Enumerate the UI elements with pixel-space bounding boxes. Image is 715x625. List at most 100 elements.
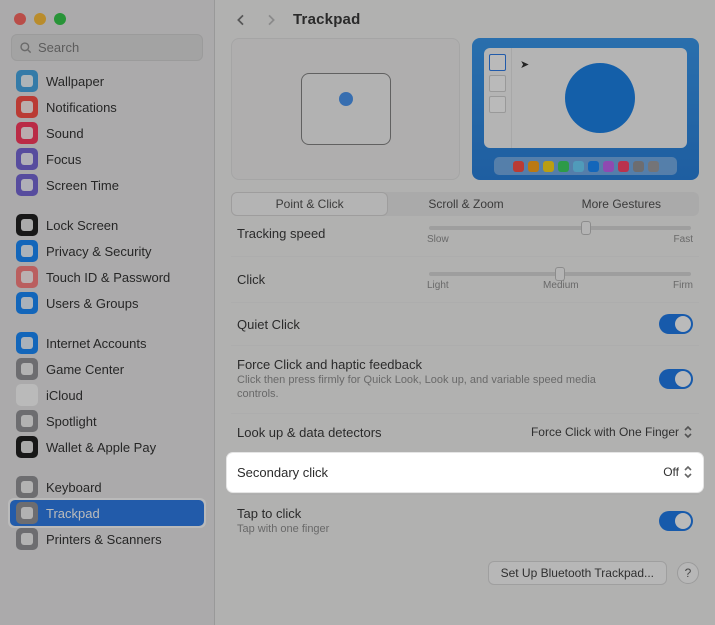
- cursor-icon: ➤: [520, 58, 529, 71]
- dock-app-icon: [513, 161, 524, 172]
- label-secondary-click: Secondary click: [237, 465, 465, 480]
- row-secondary-click: Secondary click Off: [227, 453, 703, 492]
- settings-list: Tracking speed Slow Fast Click: [231, 216, 699, 547]
- sidebar-item-label: Printers & Scanners: [46, 532, 162, 547]
- help-button[interactable]: ?: [677, 562, 699, 584]
- label-quiet-click: Quiet Click: [237, 317, 417, 332]
- sidebar-item-privacy-security[interactable]: Privacy & Security: [10, 238, 204, 264]
- sidebar-item-label: Game Center: [46, 362, 124, 377]
- slider-tracking-speed[interactable]: [429, 226, 691, 230]
- toggle-quiet-click[interactable]: [659, 314, 693, 334]
- sub-tap-to-click: Tap with one finger: [237, 523, 607, 537]
- fingerprint-icon: [16, 266, 38, 288]
- row-lookup: Look up & data detectors Force Click wit…: [231, 413, 699, 451]
- sidebar-item-sound[interactable]: Sound: [10, 120, 204, 146]
- preview-shape: [565, 63, 635, 133]
- sidebar-item-trackpad[interactable]: Trackpad: [10, 500, 204, 526]
- sidebar-item-users-groups[interactable]: Users & Groups: [10, 290, 204, 316]
- hourglass-icon: [16, 174, 38, 196]
- header: Trackpad: [215, 0, 715, 34]
- sidebar-item-icloud[interactable]: iCloud: [10, 382, 204, 408]
- page-title: Trackpad: [293, 11, 360, 28]
- sidebar-item-lock-screen[interactable]: Lock Screen: [10, 212, 204, 238]
- dock-app-icon: [558, 161, 569, 172]
- row-tap-to-click: Tap to click Tap with one finger: [231, 494, 699, 548]
- cloud-icon: [16, 384, 38, 406]
- chevron-updown-icon: [683, 465, 693, 479]
- sidebar-item-game-center[interactable]: Game Center: [10, 356, 204, 382]
- tab-bar: Point & ClickScroll & ZoomMore Gestures: [231, 192, 699, 216]
- sidebar-item-label: Keyboard: [46, 480, 102, 495]
- sidebar-item-focus[interactable]: Focus: [10, 146, 204, 172]
- select-lookup[interactable]: Force Click with One Finger: [465, 425, 693, 439]
- search-field[interactable]: [11, 34, 203, 61]
- label-lookup: Look up & data detectors: [237, 425, 465, 440]
- sidebar-item-spotlight[interactable]: Spotlight: [10, 408, 204, 434]
- tab-more-gestures[interactable]: More Gestures: [544, 192, 699, 216]
- tab-scroll-zoom[interactable]: Scroll & Zoom: [388, 192, 543, 216]
- toggle-force-click[interactable]: [659, 369, 693, 389]
- dock-app-icon: [528, 161, 539, 172]
- minimize-window-icon[interactable]: [34, 13, 46, 25]
- sidebar-item-label: Internet Accounts: [46, 336, 146, 351]
- game-icon: [16, 358, 38, 380]
- select-secondary-click-value: Off: [663, 465, 679, 479]
- keyboard-icon: [16, 476, 38, 498]
- sidebar-item-label: Notifications: [46, 100, 117, 115]
- maximize-window-icon[interactable]: [54, 13, 66, 25]
- sidebar-item-label: Trackpad: [46, 506, 100, 521]
- row-quiet-click: Quiet Click: [231, 302, 699, 345]
- sidebar-item-internet-accounts[interactable]: Internet Accounts: [10, 330, 204, 356]
- lock-icon: [16, 214, 38, 236]
- sidebar-item-wallpaper[interactable]: Wallpaper: [10, 68, 204, 94]
- sidebar-item-label: iCloud: [46, 388, 83, 403]
- sidebar-item-keyboard[interactable]: Keyboard: [10, 474, 204, 500]
- close-window-icon[interactable]: [14, 13, 26, 25]
- slider-max-label: Fast: [674, 234, 693, 245]
- dock-app-icon: [573, 161, 584, 172]
- wallpaper-icon: [16, 70, 38, 92]
- trackpad-graphic: [301, 73, 391, 145]
- sidebar-item-wallet-apple-pay[interactable]: Wallet & Apple Pay: [10, 434, 204, 460]
- speaker-icon: [16, 122, 38, 144]
- nav-forward-button[interactable]: [263, 12, 279, 28]
- label-tap-to-click: Tap to click: [237, 506, 659, 521]
- sidebar-item-label: Screen Time: [46, 178, 119, 193]
- bell-icon: [16, 96, 38, 118]
- sidebar-item-notifications[interactable]: Notifications: [10, 94, 204, 120]
- label-click: Click: [237, 272, 417, 287]
- dock-app-icon: [618, 161, 629, 172]
- slider-click[interactable]: [429, 272, 691, 276]
- sidebar-item-label: Focus: [46, 152, 81, 167]
- row-force-click: Force Click and haptic feedback Click th…: [231, 345, 699, 413]
- search-icon: [19, 41, 33, 55]
- trackpad-icon: [16, 502, 38, 524]
- sidebar-item-printers-scanners[interactable]: Printers & Scanners: [10, 526, 204, 552]
- row-click: Click Light Medium Firm: [231, 256, 699, 302]
- tab-point-click[interactable]: Point & Click: [231, 192, 388, 216]
- sidebar-item-touch-id-password[interactable]: Touch ID & Password: [10, 264, 204, 290]
- sidebar-item-screen-time[interactable]: Screen Time: [10, 172, 204, 198]
- sidebar-item-label: Lock Screen: [46, 218, 118, 233]
- users-icon: [16, 292, 38, 314]
- window-traffic-lights: [0, 0, 214, 25]
- search-input[interactable]: [38, 40, 214, 55]
- nav-back-button[interactable]: [233, 12, 249, 28]
- preview-thumb: [489, 54, 506, 71]
- dock-app-icon: [588, 161, 599, 172]
- chevron-updown-icon: [683, 425, 693, 439]
- slider-mid-label: Medium: [449, 280, 673, 291]
- preview-thumb: [489, 75, 506, 92]
- sidebar-list: Wallpaper Notifications Sound Focus Screen T…: [0, 67, 214, 625]
- preview-row: ➤: [231, 38, 699, 180]
- toggle-tap-to-click[interactable]: [659, 511, 693, 531]
- desktop-preview: ➤: [472, 38, 699, 180]
- select-lookup-value: Force Click with One Finger: [531, 425, 679, 439]
- select-secondary-click[interactable]: Off: [465, 465, 693, 479]
- wallet-icon: [16, 436, 38, 458]
- trackpad-preview: [231, 38, 460, 180]
- sidebar-item-label: Spotlight: [46, 414, 97, 429]
- search-icon: [16, 410, 38, 432]
- preview-thumb: [489, 96, 506, 113]
- setup-bluetooth-trackpad-button[interactable]: Set Up Bluetooth Trackpad...: [488, 561, 667, 585]
